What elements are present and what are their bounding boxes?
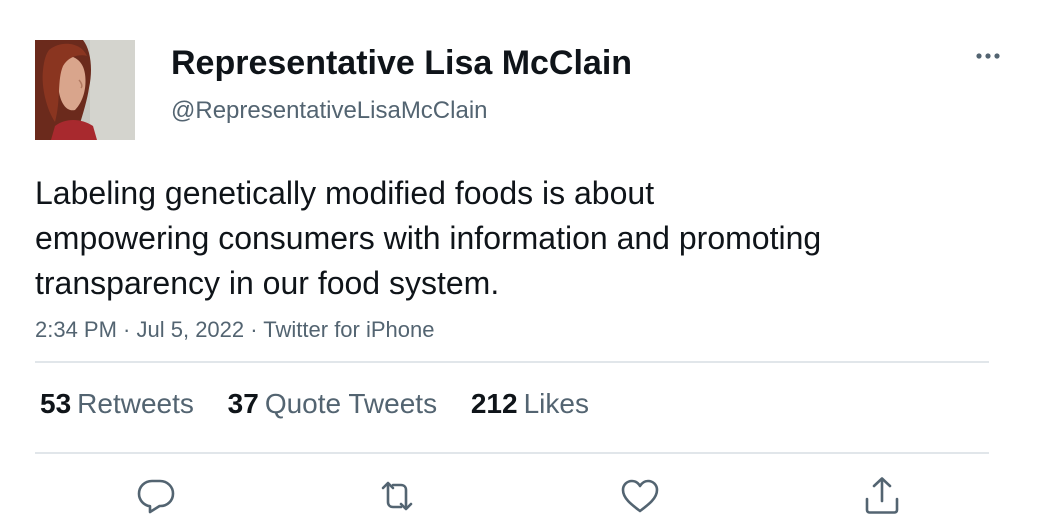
retweets-label: Retweets (77, 388, 194, 419)
share-button[interactable] (860, 474, 904, 518)
more-options-button[interactable] (968, 40, 1008, 70)
more-dots-icon (976, 53, 1000, 59)
avatar[interactable] (35, 40, 135, 140)
divider (35, 452, 989, 454)
quote-tweets-label: Quote Tweets (264, 388, 438, 419)
like-button[interactable] (618, 474, 662, 518)
reply-icon (137, 479, 175, 514)
tweet-text-line: transparency in our food system. (35, 265, 500, 301)
retweet-icon (381, 481, 413, 511)
quote-tweets-stat[interactable]: 37 Quote Tweets (228, 387, 437, 421)
retweets-count: 53 (40, 388, 72, 419)
reply-button[interactable] (134, 474, 178, 518)
meta-separator: · (116, 317, 137, 342)
tweet-card: Representative Lisa McClain @Representat… (0, 0, 1050, 525)
display-name[interactable]: Representative Lisa McClain (171, 43, 632, 83)
share-icon (865, 477, 899, 514)
engagement-stats: 53 Retweets 37 Quote Tweets 212 Likes (40, 387, 615, 421)
tweet-text-line: empowering consumers with information an… (35, 220, 822, 256)
heart-icon (621, 479, 659, 513)
meta-separator: · (244, 317, 264, 342)
likes-stat[interactable]: 212 Likes (471, 387, 589, 421)
tweet-text: Labeling genetically modified foods is a… (35, 171, 995, 306)
tweet-source[interactable]: Twitter for iPhone (263, 317, 434, 342)
likes-count: 212 (470, 388, 518, 419)
likes-label: Likes (523, 388, 589, 419)
profile-photo-icon (35, 40, 135, 140)
retweets-stat[interactable]: 53 Retweets (40, 387, 194, 421)
tweet-date[interactable]: Jul 5, 2022 (137, 317, 245, 342)
divider (35, 361, 989, 363)
tweet-time[interactable]: 2:34 PM (35, 317, 117, 342)
tweet-text-line: Labeling genetically modified foods is a… (35, 175, 655, 211)
quote-tweets-count: 37 (227, 388, 259, 419)
tweet-meta: 2:34 PM · Jul 5, 2022 · Twitter for iPho… (35, 315, 434, 345)
retweet-button[interactable] (375, 474, 419, 518)
user-handle[interactable]: @RepresentativeLisaMcClain (171, 96, 488, 126)
